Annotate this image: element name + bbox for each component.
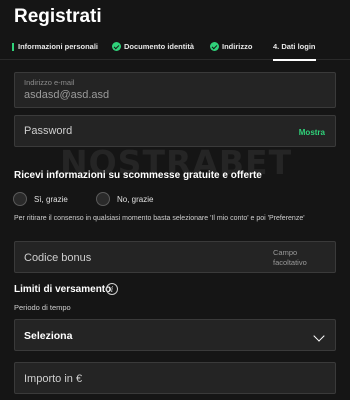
step-label: Documento identità [124, 42, 195, 51]
time-period-select[interactable]: Seleziona [14, 319, 336, 351]
radio-button[interactable] [96, 192, 110, 206]
amount-field[interactable]: Importo in € [14, 362, 336, 394]
registration-steps: Informazioni personali Documento identit… [0, 38, 350, 61]
password-placeholder: Password [24, 125, 73, 137]
step-label: 4. Dati login [273, 42, 316, 51]
step-personal-info[interactable]: Informazioni personali [12, 42, 98, 60]
radio-yes[interactable]: Sì, grazie [13, 192, 68, 206]
radio-button[interactable] [13, 192, 27, 206]
bonus-code-placeholder: Codice bonus [24, 252, 92, 264]
deposit-limits-title: Limiti di versamento [14, 284, 112, 295]
bonus-code-field[interactable]: Codice bonus Campo facoltativo [14, 241, 336, 273]
page-title: Registrati [14, 6, 102, 27]
step-address[interactable]: Indirizzo [210, 42, 252, 60]
show-password-button[interactable]: Mostra [299, 128, 325, 137]
step-progress-indicator [12, 43, 14, 51]
info-icon[interactable]: i [106, 283, 118, 295]
check-icon [210, 42, 219, 51]
radio-yes-label: Sì, grazie [34, 194, 68, 204]
step-login-data[interactable]: 4. Dati login [273, 42, 316, 61]
radio-no[interactable]: No, grazie [96, 192, 153, 206]
time-period-select-value: Seleziona [24, 330, 73, 342]
time-period-label: Periodo di tempo [14, 303, 71, 312]
step-label: Indirizzo [222, 42, 253, 51]
marketing-title: Ricevi informazioni su scommesse gratuit… [14, 170, 262, 181]
check-icon [112, 42, 121, 51]
step-identity-document[interactable]: Documento identità [112, 42, 194, 60]
radio-no-label: No, grazie [117, 194, 154, 204]
email-field-value: asdasd@asd.asd [24, 89, 110, 101]
amount-placeholder: Importo in € [24, 373, 83, 385]
email-field-label: Indirizzo e-mail [24, 78, 75, 87]
consent-note: Per ritirare il consenso in qualsiasi mo… [14, 215, 305, 222]
email-field[interactable]: Indirizzo e-mail asdasd@asd.asd [14, 72, 336, 108]
chevron-down-icon [313, 330, 325, 342]
step-label: Informazioni personali [18, 42, 99, 51]
optional-field-label: Campo facoltativo [273, 248, 307, 267]
